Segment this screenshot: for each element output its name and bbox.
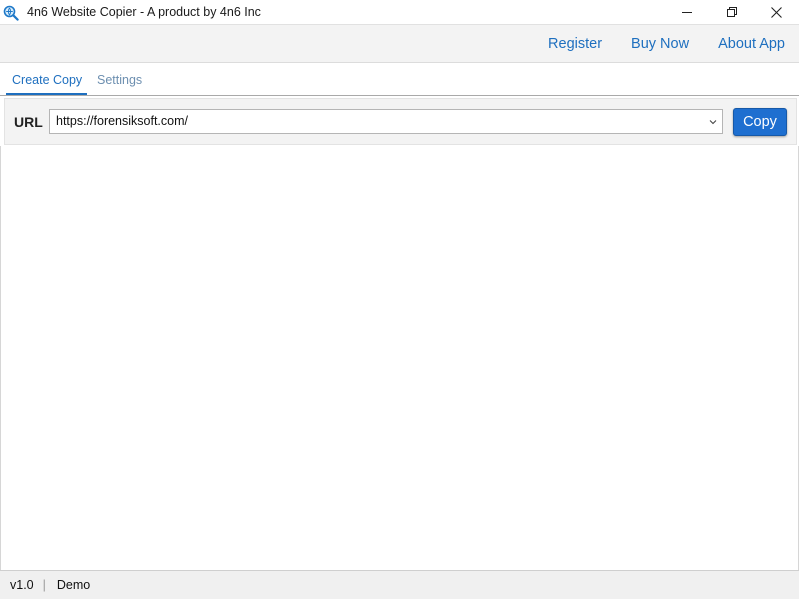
tab-settings[interactable]: Settings [97, 73, 142, 87]
main-content-area [0, 146, 799, 570]
mode-label: Demo [56, 578, 91, 592]
restore-button[interactable] [709, 0, 754, 24]
chevron-down-icon[interactable] [708, 117, 718, 127]
title-bar: 4n6 Website Copier - A product by 4n6 In… [0, 0, 799, 24]
restore-icon [726, 7, 737, 17]
about-app-link[interactable]: About App [718, 36, 785, 52]
tab-strip: Create Copy Settings [0, 63, 799, 96]
version-label: v1.0 [10, 578, 34, 592]
url-input[interactable]: https://forensiksoft.com/ [56, 114, 188, 128]
header-links: Register Buy Now About App [519, 25, 785, 63]
status-separator: | [42, 578, 46, 592]
active-tab-indicator [6, 93, 87, 95]
window-controls [664, 0, 799, 24]
close-button[interactable] [754, 0, 799, 24]
url-label: URL [14, 114, 43, 130]
url-panel: URL https://forensiksoft.com/ Copy [4, 98, 797, 145]
minimize-button[interactable] [664, 0, 709, 24]
tab-create-copy[interactable]: Create Copy [12, 73, 82, 87]
status-bar: v1.0 | Demo [0, 570, 799, 599]
window-title: 4n6 Website Copier - A product by 4n6 In… [27, 5, 261, 19]
buy-now-link[interactable]: Buy Now [631, 36, 689, 52]
copy-button[interactable]: Copy [733, 108, 787, 136]
close-icon [771, 6, 782, 18]
app-icon [3, 5, 19, 21]
header-toolbar: Register Buy Now About App [0, 24, 799, 63]
url-combobox[interactable]: https://forensiksoft.com/ [49, 109, 723, 134]
register-link[interactable]: Register [548, 36, 602, 52]
minimize-icon [681, 12, 692, 13]
